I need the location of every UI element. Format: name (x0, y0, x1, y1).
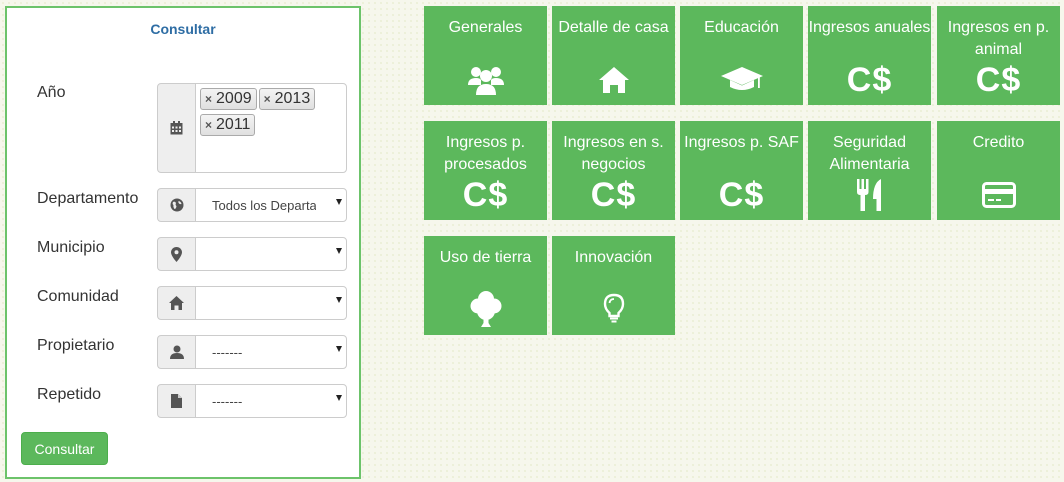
chevron-down-icon (336, 248, 342, 254)
user-icon (169, 345, 184, 359)
file-icon (171, 394, 182, 408)
department-value: Todos los Departamentos (212, 198, 316, 213)
repeated-label: Repetido (37, 386, 102, 403)
repeated-value: ------- (212, 394, 243, 409)
owner-select[interactable]: ------- (195, 335, 347, 369)
tile-credito[interactable]: Credito (937, 121, 1060, 220)
year-tag[interactable]: × 2013 (258, 88, 316, 110)
cutlery-icon (856, 179, 881, 211)
community-label: Comunidad (37, 288, 119, 305)
currency-icon: C$ (590, 176, 637, 214)
currency-icon: C$ (975, 61, 1022, 99)
graduation-cap-icon (720, 67, 763, 90)
repeated-select[interactable]: ------- (195, 384, 347, 418)
municipality-select[interactable] (195, 237, 347, 271)
marker-addon (157, 237, 196, 271)
department-label: Departamento (37, 190, 139, 207)
globe-icon (170, 198, 183, 212)
chevron-down-icon (336, 297, 342, 303)
map-marker-icon (171, 246, 182, 262)
year-tag[interactable]: × 2009 (200, 88, 257, 110)
calendar-icon (170, 121, 183, 135)
owner-value: ------- (212, 345, 243, 360)
department-select[interactable]: Todos los Departamentos (195, 188, 347, 222)
year-multiselect[interactable]: × 2009 × 2013× 2011 (195, 83, 347, 173)
year-tag[interactable]: × 2011 (200, 114, 256, 136)
calendar-addon (157, 83, 196, 173)
user-addon (157, 335, 196, 369)
owner-label: Propietario (37, 337, 115, 354)
currency-icon: C$ (462, 176, 509, 214)
consultar-button[interactable]: Consultar (21, 432, 108, 465)
tile-ingresos-procesados[interactable]: Ingresos p. procesados C$ (424, 121, 547, 220)
tile-seguridad-alimentaria[interactable]: Seguridad Alimentaria (808, 121, 931, 220)
tile-detalle-casa[interactable]: Detalle de casa (552, 6, 675, 105)
currency-icon: C$ (846, 61, 893, 99)
tile-uso-tierra[interactable]: Uso de tierra (424, 236, 547, 335)
lightbulb-icon (603, 293, 624, 323)
query-panel: Consultar Año × 2009 × 2013× 2011 Departamen… (5, 6, 361, 479)
community-select[interactable] (195, 286, 347, 320)
home-icon (598, 67, 629, 93)
chevron-down-icon (336, 346, 342, 352)
municipality-label: Municipio (37, 239, 105, 256)
tile-ingresos-negocios[interactable]: Ingresos en s. negocios C$ (552, 121, 675, 220)
credit-card-icon (981, 182, 1016, 208)
chevron-down-icon (336, 395, 342, 401)
year-label: Año (37, 84, 66, 101)
home-addon (157, 286, 196, 320)
remove-tag-icon[interactable]: × (264, 92, 271, 106)
home-icon (169, 296, 184, 310)
globe-addon (157, 188, 196, 222)
chevron-down-icon (336, 199, 342, 205)
tree-icon (470, 291, 501, 327)
tile-educacion[interactable]: Educación (680, 6, 803, 105)
tile-ingresos-saf[interactable]: Ingresos p. SAF C$ (680, 121, 803, 220)
tile-ingresos-anuales[interactable]: Ingresos anuales C$ (808, 6, 931, 105)
tile-innovacion[interactable]: Innovación (552, 236, 675, 335)
currency-icon: C$ (718, 176, 765, 214)
panel-title: Consultar (150, 21, 216, 37)
users-icon (467, 67, 504, 95)
remove-tag-icon[interactable]: × (205, 92, 212, 106)
tile-generales[interactable]: Generales (424, 6, 547, 105)
tile-ingresos-animal[interactable]: Ingresos en p. animal C$ (937, 6, 1060, 105)
file-addon (157, 384, 196, 418)
remove-tag-icon[interactable]: × (205, 118, 212, 132)
